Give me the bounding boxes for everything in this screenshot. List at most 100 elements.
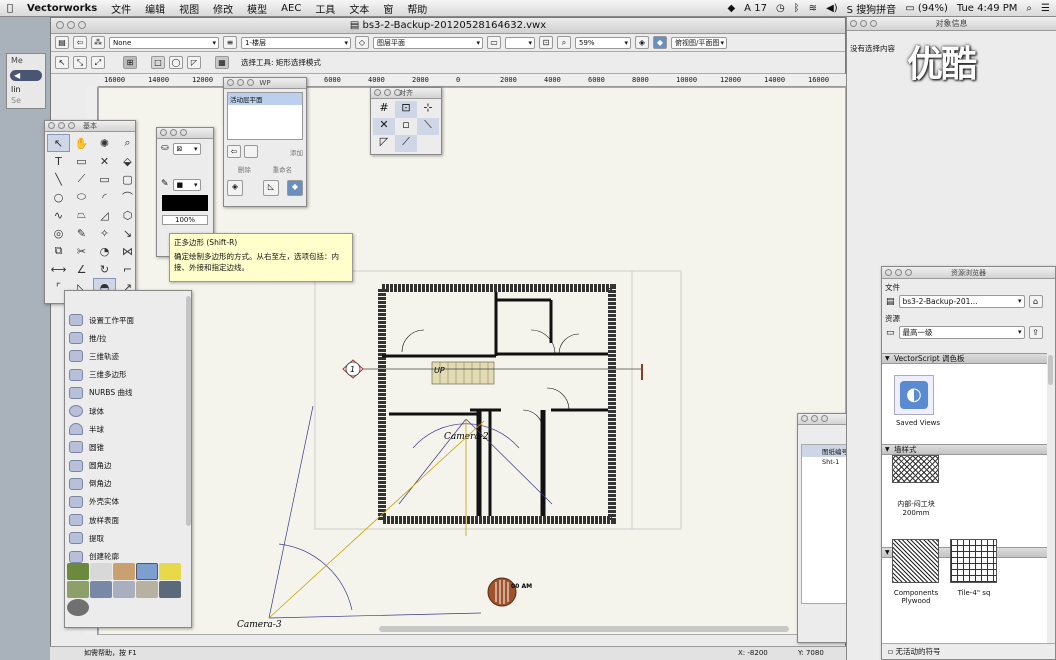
plywood-hatch-thumbnail[interactable]	[892, 539, 939, 583]
spotlight-icon[interactable]: ⌕	[1026, 3, 1032, 14]
list-item[interactable]: 提取	[65, 529, 191, 547]
bluetooth-icon[interactable]: ᛒ	[794, 3, 800, 14]
wp-blank-icon[interactable]	[244, 145, 258, 158]
attribute-mapping-icon[interactable]: ⬙	[116, 152, 139, 170]
wp-add-button[interactable]: 添加	[261, 147, 303, 157]
list-item[interactable]: NURBS 曲线	[65, 384, 191, 402]
list-item[interactable]: 倒角边	[65, 475, 191, 493]
projection-select[interactable]: 俯视图/平面图	[671, 36, 727, 49]
class-icon[interactable]: ⁂	[91, 36, 105, 49]
spiral-tool-icon[interactable]: ◎	[47, 224, 70, 242]
snap-surface-icon[interactable]: ◸	[373, 135, 395, 152]
rotate-tool-icon[interactable]: ↻	[93, 260, 116, 278]
eyedropper-tool-icon[interactable]: ✎	[70, 224, 93, 242]
list-item[interactable]: 设置工作平面	[65, 311, 191, 329]
section-wall-styles[interactable]: 墙样式	[882, 444, 1047, 455]
view-select[interactable]: 图层平面	[373, 36, 483, 49]
palette-zoom[interactable]	[180, 129, 187, 136]
toolset-basic-icon[interactable]	[90, 563, 112, 580]
offset-tool-icon[interactable]: ⧉	[47, 242, 70, 260]
menu-aec[interactable]: AEC	[274, 3, 308, 14]
selection-tool-icon[interactable]: ↖	[47, 134, 70, 152]
palette-minimize[interactable]	[170, 129, 177, 136]
toolset-furniture-icon[interactable]	[136, 581, 158, 598]
menu-edit[interactable]: 编辑	[138, 1, 172, 16]
timemachine-icon[interactable]: ◷	[776, 3, 785, 14]
wp-plane-icon[interactable]: ◈	[227, 180, 243, 196]
view-icon[interactable]: ◇	[355, 36, 369, 49]
palette-close[interactable]	[374, 89, 381, 96]
palette-close[interactable]	[227, 79, 234, 86]
wifi-icon[interactable]: ≋	[809, 3, 817, 14]
list-item[interactable]: 外壳实体	[65, 493, 191, 511]
mirror-tool-icon[interactable]: ⋈	[116, 242, 139, 260]
mode-interactive-icon[interactable]: ⤢	[91, 56, 105, 69]
angle-tool-icon[interactable]: ∠	[70, 260, 93, 278]
minimize-button[interactable]	[67, 21, 75, 29]
palette-minimize[interactable]	[895, 269, 902, 276]
paint-tool-icon[interactable]: ✧	[93, 224, 116, 242]
palette-close[interactable]	[850, 20, 857, 27]
top-plan-icon[interactable]: ◆	[653, 36, 667, 49]
quarter-arc-tool-icon[interactable]: ⌒	[116, 188, 139, 206]
list-item[interactable]: 推/拉	[65, 329, 191, 347]
resource-select[interactable]: 最高一级	[898, 326, 1025, 339]
snap-grid-icon[interactable]: #	[373, 101, 395, 118]
regular-polygon-tool-icon[interactable]: ⬡	[116, 206, 139, 224]
toolset-building-icon[interactable]	[113, 563, 135, 580]
zoom-tool-icon[interactable]: ⌕	[116, 134, 139, 152]
class-select[interactable]: None	[109, 36, 219, 49]
menu-model[interactable]: 模型	[240, 1, 274, 16]
zoom-select[interactable]: 59%	[575, 36, 631, 49]
select-tool-icon[interactable]: ▦	[215, 56, 229, 69]
palette-minimize[interactable]	[384, 89, 391, 96]
menu-file[interactable]: 文件	[104, 1, 138, 16]
palette-minimize[interactable]	[860, 20, 867, 27]
rectangle-tool-icon[interactable]: ▭	[93, 170, 116, 188]
fit-icon[interactable]: ⊡	[539, 36, 553, 49]
folder-up-icon[interactable]: ⇪	[1028, 326, 1043, 339]
pen-select[interactable]: ■	[172, 179, 201, 191]
locus-tool-icon[interactable]: ✕	[93, 152, 116, 170]
snap-intersection-icon[interactable]: ✕	[373, 118, 395, 135]
split-tool-icon[interactable]: ✂	[70, 242, 93, 260]
opacity-field[interactable]: 100%	[162, 215, 208, 225]
palette-close[interactable]	[48, 122, 55, 129]
modeling-scroll-thumb[interactable]	[186, 296, 191, 526]
reshape-tool-icon[interactable]: ↘	[116, 224, 139, 242]
list-item[interactable]: 球体	[65, 402, 191, 420]
list-item[interactable]: 三维轨迹	[65, 347, 191, 365]
menu-help[interactable]: 帮助	[400, 1, 434, 16]
palette-zoom[interactable]	[68, 122, 75, 129]
stub-back-button[interactable]: ◀	[10, 70, 42, 81]
menu-view[interactable]: 视图	[172, 1, 206, 16]
battery-icon[interactable]: ▭ (94%)	[905, 3, 948, 14]
dropbox-icon[interactable]: ◆	[727, 3, 735, 14]
polyline-tool-icon[interactable]: ⏢	[70, 206, 93, 224]
adobe-icon[interactable]: A 17	[744, 3, 767, 14]
zoom-button[interactable]	[78, 21, 86, 29]
circle-tool-icon[interactable]: ○	[47, 188, 70, 206]
clock[interactable]: Tue 4:49 PM	[957, 3, 1018, 14]
snap-object-icon[interactable]: ⊡	[395, 101, 417, 118]
rounded-rect-tool-icon[interactable]: ▢	[116, 170, 139, 188]
list-item[interactable]: 半球	[65, 420, 191, 438]
palette-minimize[interactable]	[811, 415, 818, 422]
palette-zoom[interactable]	[870, 20, 877, 27]
menu-text[interactable]: 文本	[342, 1, 376, 16]
apple-icon[interactable]: 	[0, 3, 20, 14]
toolset-machine-icon[interactable]	[67, 599, 89, 616]
mode-resize-icon[interactable]: ⤡	[73, 56, 87, 69]
file-select[interactable]: bs3-2-Backup-201...	[898, 295, 1025, 308]
palette-close[interactable]	[160, 129, 167, 136]
snap-tangent-icon[interactable]: ⟍	[417, 118, 439, 135]
line-tool-icon[interactable]: ╲	[47, 170, 70, 188]
close-button[interactable]	[56, 21, 64, 29]
menu-window[interactable]: 窗	[376, 1, 400, 16]
resource-scroll-thumb[interactable]	[1048, 355, 1053, 385]
arc-tool-icon[interactable]: ◜	[93, 188, 116, 206]
ime-indicator[interactable]: S 搜狗拼音	[847, 1, 897, 16]
render-select[interactable]	[505, 36, 535, 49]
wall-style-thumbnail[interactable]	[892, 455, 939, 483]
palette-minimize[interactable]	[58, 122, 65, 129]
